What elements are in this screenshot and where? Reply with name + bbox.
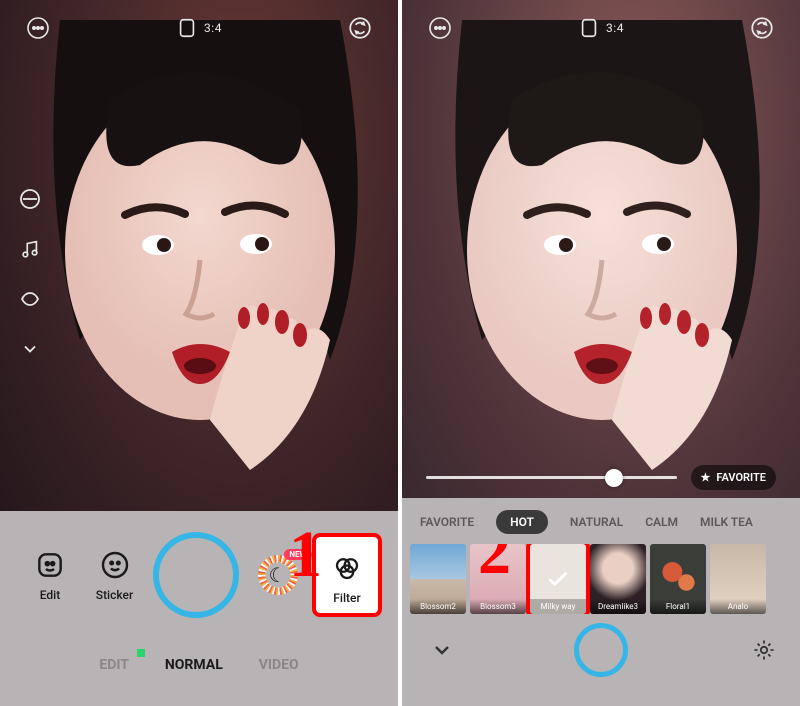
collapse-panel-button[interactable] xyxy=(428,636,456,664)
mode-edit[interactable]: EDIT xyxy=(99,657,129,673)
filter-thumb[interactable]: Floral1 xyxy=(650,544,706,614)
star-icon: ★ xyxy=(701,471,711,484)
favorite-button[interactable]: ★ FAVORITE xyxy=(691,465,776,490)
face-retouch-button[interactable] xyxy=(16,185,44,213)
screen-step-2: 3:4 ★ FAVORITE FAVORITE HOT NATURAL CALM… xyxy=(402,0,800,706)
camera-flip-button[interactable] xyxy=(748,14,776,42)
sticker-icon xyxy=(98,548,132,582)
filter-intensity-slider[interactable] xyxy=(426,476,677,479)
filter-thumb[interactable]: Analo xyxy=(710,544,766,614)
mode-row: EDIT NORMAL VIDEO xyxy=(0,639,398,691)
aspect-ratio-label: 3:4 xyxy=(204,21,222,35)
filter-tool-button[interactable]: Filter xyxy=(316,537,378,613)
mode-video[interactable]: VIDEO xyxy=(259,657,299,673)
loop-button[interactable] xyxy=(16,285,44,313)
category-hot[interactable]: HOT xyxy=(496,510,548,534)
slider-thumb[interactable] xyxy=(605,469,623,487)
tutorial-step-number: 2 xyxy=(478,544,511,590)
filter-tool-label: Filter xyxy=(333,591,360,605)
category-natural[interactable]: NATURAL xyxy=(570,515,623,529)
expand-more-button[interactable] xyxy=(16,335,44,363)
camera-flip-button[interactable] xyxy=(346,14,374,42)
bottom-panel: Edit Sticker ☾ NEW xyxy=(0,511,398,706)
more-button[interactable] xyxy=(426,14,454,42)
side-tool-rail xyxy=(16,185,44,363)
sticker-tool-button[interactable]: Sticker xyxy=(89,548,141,602)
category-favorite[interactable]: FAVORITE xyxy=(420,515,474,529)
edit-tool-button[interactable]: Edit xyxy=(24,548,76,602)
filter-thumb[interactable]: Blossom2 xyxy=(410,544,466,614)
screen-step-1: 3:4 xyxy=(0,0,398,706)
tutorial-step-number: 1 xyxy=(289,517,322,593)
aspect-ratio-button[interactable]: 3:4 xyxy=(176,17,222,39)
mode-normal[interactable]: NORMAL xyxy=(165,657,223,673)
favorite-label: FAVORITE xyxy=(716,471,766,484)
edit-indicator-dot xyxy=(137,649,145,657)
aspect-ratio-button[interactable]: 3:4 xyxy=(578,17,624,39)
filter-thumbnails: Blossom2 Blossom3 Milky way Dreamlike3 F… xyxy=(402,544,800,614)
category-calm[interactable]: CALM xyxy=(645,515,678,529)
more-button[interactable] xyxy=(24,14,52,42)
filter-thumb[interactable]: Dreamlike3 xyxy=(590,544,646,614)
filter-panel: FAVORITE HOT NATURAL CALM MILK TEA Bloss… xyxy=(402,498,800,706)
edit-tool-label: Edit xyxy=(40,588,60,602)
filter-category-row: FAVORITE HOT NATURAL CALM MILK TEA xyxy=(402,498,800,544)
filter-icon xyxy=(330,551,364,585)
shutter-button[interactable] xyxy=(153,532,239,618)
category-milk-tea[interactable]: MILK TEA xyxy=(700,515,753,529)
shutter-button[interactable] xyxy=(574,623,628,677)
aspect-ratio-label: 3:4 xyxy=(606,21,624,35)
sticker-tool-label: Sticker xyxy=(96,588,133,602)
music-button[interactable] xyxy=(16,235,44,263)
edit-icon xyxy=(33,548,67,582)
filter-thumb-selected[interactable]: Milky way xyxy=(530,544,586,614)
settings-button[interactable] xyxy=(750,636,778,664)
